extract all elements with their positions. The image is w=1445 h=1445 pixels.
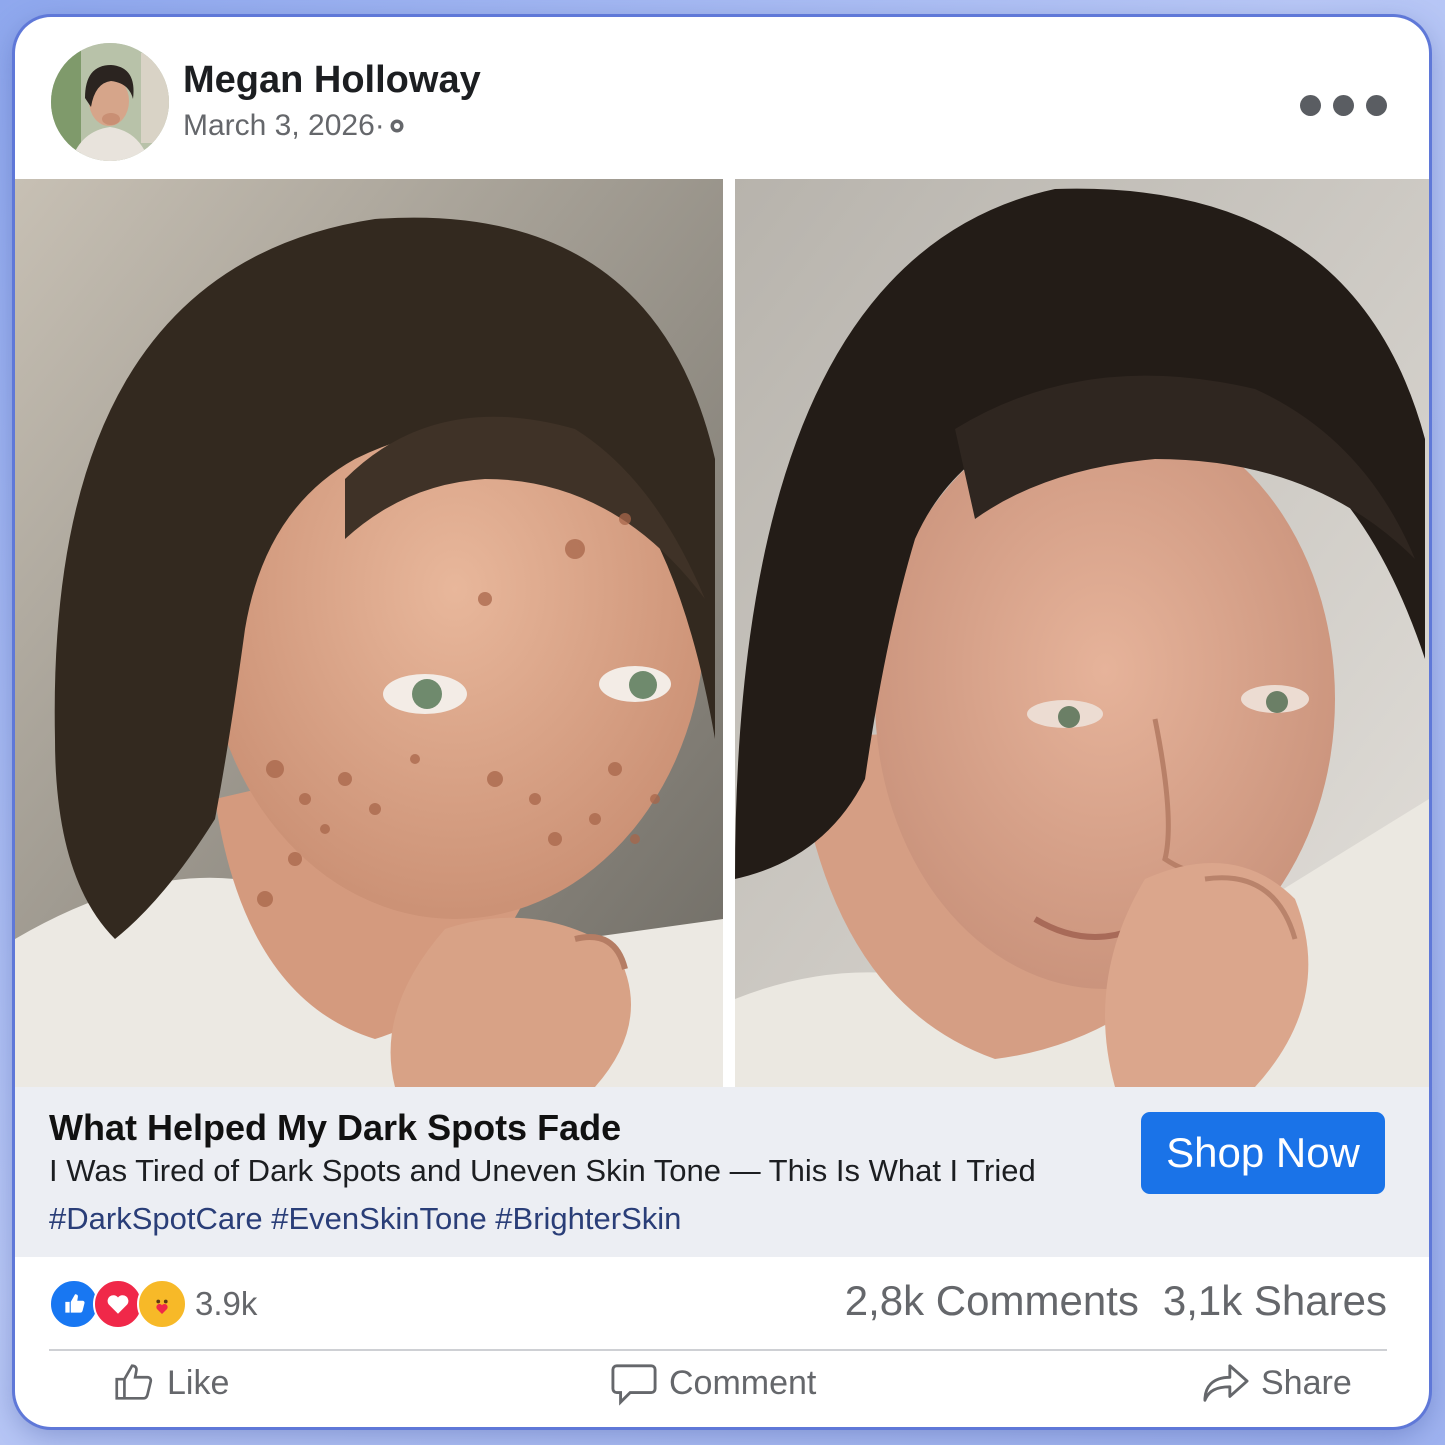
share-count[interactable]: 3,1k Shares <box>1163 1277 1387 1325</box>
hashtags[interactable]: #DarkSpotCare #EvenSkinTone #BrighterSki… <box>49 1201 681 1237</box>
post-date[interactable]: March 3, 2026 <box>183 109 375 143</box>
comment-icon <box>611 1364 657 1406</box>
link-preview[interactable]: What Helped My Dark Spots Fade I Was Tir… <box>15 1087 1429 1257</box>
like-button[interactable]: Like <box>111 1360 229 1406</box>
engagement-stats: 2,8k Comments 3,1k Shares <box>845 1277 1387 1325</box>
globe-icon <box>390 119 404 133</box>
author-name[interactable]: Megan Holloway <box>183 59 481 102</box>
post-card: Megan Holloway March 3, 2026 · What Help… <box>15 17 1429 1427</box>
avatar[interactable] <box>51 43 169 161</box>
dot <box>1300 95 1321 116</box>
before-photo[interactable] <box>15 179 723 1087</box>
meta-separator: · <box>374 109 385 142</box>
link-description: I Was Tired of Dark Spots and Uneven Ski… <box>49 1153 1036 1188</box>
dot <box>1366 95 1387 116</box>
divider <box>49 1349 1387 1351</box>
shop-now-button[interactable]: Shop Now <box>1141 1112 1385 1194</box>
like-icon <box>49 1279 99 1329</box>
link-headline[interactable]: What Helped My Dark Spots Fade <box>49 1107 621 1149</box>
share-button[interactable]: Share <box>1201 1360 1352 1406</box>
care-icon <box>137 1279 187 1329</box>
like-label: Like <box>167 1363 230 1402</box>
share-icon <box>1203 1364 1249 1402</box>
comment-button[interactable]: Comment <box>609 1360 816 1406</box>
dot <box>1333 95 1354 116</box>
post-meta: March 3, 2026 · <box>183 109 405 143</box>
post-header: Megan Holloway March 3, 2026 · <box>15 17 1429 179</box>
post-photos <box>15 179 1429 1087</box>
comment-label: Comment <box>669 1363 817 1402</box>
after-photo[interactable] <box>735 179 1429 1087</box>
reaction-summary[interactable]: 3.9k <box>49 1279 257 1329</box>
thumbs-up-icon <box>115 1364 153 1400</box>
more-options-icon[interactable] <box>1300 95 1387 116</box>
share-label: Share <box>1261 1363 1352 1402</box>
love-icon <box>93 1279 143 1329</box>
action-bar: Like Comment Share <box>15 1352 1429 1427</box>
comment-count[interactable]: 2,8k Comments <box>845 1277 1139 1325</box>
reaction-count: 3.9k <box>195 1285 258 1322</box>
post-stats: 3.9k 2,8k Comments 3,1k Shares <box>15 1257 1429 1349</box>
